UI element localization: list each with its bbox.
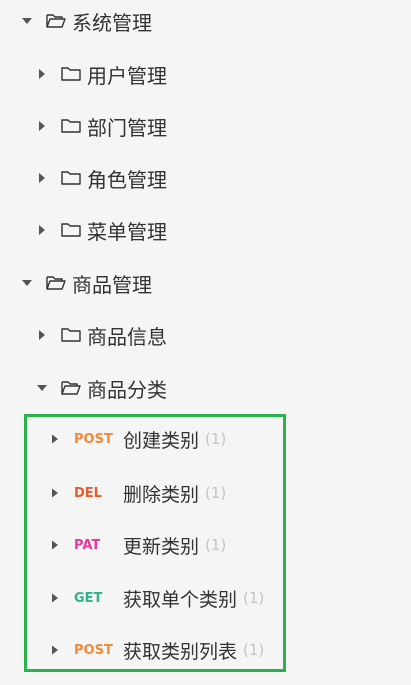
api-name: 删除类别 [123,483,200,506]
tree-node-label: 商品管理 [72,272,152,297]
caret-down-icon[interactable] [20,14,34,28]
method-badge-get: GET [74,590,103,606]
caret-right-icon[interactable] [48,538,62,552]
folder-icon [61,169,81,187]
caret-right-icon[interactable] [48,432,62,446]
tree-node-label: 系统管理 [72,10,152,35]
tree-node-system-management[interactable]: 系统管理 [0,4,411,38]
tree-node-product-category[interactable]: 商品分类 [0,371,411,405]
folder-icon [61,65,81,83]
caret-right-icon[interactable] [35,171,49,185]
caret-down-icon[interactable] [20,276,34,290]
tree-node-role-management[interactable]: 角色管理 [0,161,411,195]
method-badge-post: POST [74,642,113,658]
api-name: 创建类别 [123,429,200,452]
method-badge-post: POST [74,431,113,447]
tree-node-department-management[interactable]: 部门管理 [0,109,411,143]
caret-right-icon[interactable] [48,643,62,657]
method-badge-pat: PAT [74,537,101,553]
caret-right-icon[interactable] [35,223,49,237]
api-count: (1) [205,536,227,554]
api-name: 获取单个类别 [123,588,238,611]
api-count: (1) [205,430,227,448]
api-item-update-category[interactable]: PAT 更新类别 (1) [48,528,278,562]
folder-icon [61,326,81,344]
tree-node-product-management[interactable]: 商品管理 [0,266,411,300]
api-item-list-categories[interactable]: POST 获取类别列表 (1) [48,633,278,667]
tree-node-label: 商品分类 [87,377,167,402]
api-name: 更新类别 [123,535,200,558]
caret-right-icon[interactable] [35,67,49,81]
api-count: (1) [243,589,265,607]
folder-open-icon [46,12,66,30]
method-badge-del: DEL [74,485,102,501]
api-count: (1) [205,484,227,502]
tree-node-label: 角色管理 [87,167,167,192]
caret-right-icon[interactable] [35,119,49,133]
api-count: (1) [243,641,265,659]
api-name: 获取类别列表 [123,640,238,663]
folder-icon [61,117,81,135]
tree-node-label: 菜单管理 [87,219,167,244]
caret-right-icon[interactable] [48,591,62,605]
folder-icon [61,221,81,239]
api-item-delete-category[interactable]: DEL 删除类别 (1) [48,476,278,510]
folder-open-icon [61,379,81,397]
tree-node-user-management[interactable]: 用户管理 [0,57,411,91]
folder-open-icon [46,274,66,292]
api-item-get-category[interactable]: GET 获取单个类别 (1) [48,581,278,615]
caret-down-icon[interactable] [35,381,49,395]
tree-node-label: 部门管理 [87,115,167,140]
tree-node-product-info[interactable]: 商品信息 [0,318,411,352]
tree-node-menu-management[interactable]: 菜单管理 [0,213,411,247]
tree-node-label: 商品信息 [87,324,167,349]
api-tree: 系统管理 用户管理 部门管理 角色管理 菜单管理 商品管理 商品信息 商品分类 … [0,0,411,685]
tree-node-label: 用户管理 [87,63,167,88]
caret-right-icon[interactable] [35,328,49,342]
api-item-create-category[interactable]: POST 创建类别 (1) [48,422,278,456]
caret-right-icon[interactable] [48,486,62,500]
